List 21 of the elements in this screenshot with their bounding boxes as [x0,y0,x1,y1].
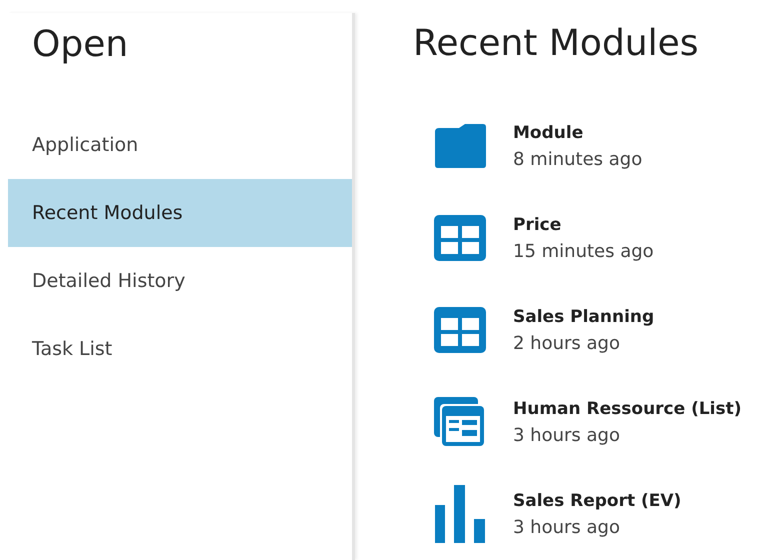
sidebar-item[interactable]: Application [8,111,352,179]
sidebar-item[interactable]: Recent Modules [8,179,352,247]
sidebar-title: Open [32,23,130,67]
module-name[interactable]: Price [513,214,654,234]
section-title: Recent Modules [413,22,700,66]
sidebar-item[interactable]: Detailed History [8,247,352,315]
grid-icon[interactable] [433,306,487,354]
grid-icon[interactable] [433,214,487,262]
module-time: 8 minutes ago [513,148,642,170]
module-name[interactable]: Sales Planning [513,306,654,326]
stacked-list-icon[interactable] [433,396,487,448]
folder-icon[interactable] [433,124,487,168]
bar-chart-icon[interactable] [433,485,487,543]
sidebar-item[interactable]: Task List [8,315,352,383]
module-name[interactable]: Module [513,122,642,142]
module-name[interactable]: Sales Report (EV) [513,490,682,510]
module-time: 3 hours ago [513,424,621,446]
module-time: 15 minutes ago [513,240,654,262]
module-name[interactable]: Human Ressource (List) [513,398,742,418]
module-time: 3 hours ago [513,516,621,538]
module-time: 2 hours ago [513,332,621,354]
